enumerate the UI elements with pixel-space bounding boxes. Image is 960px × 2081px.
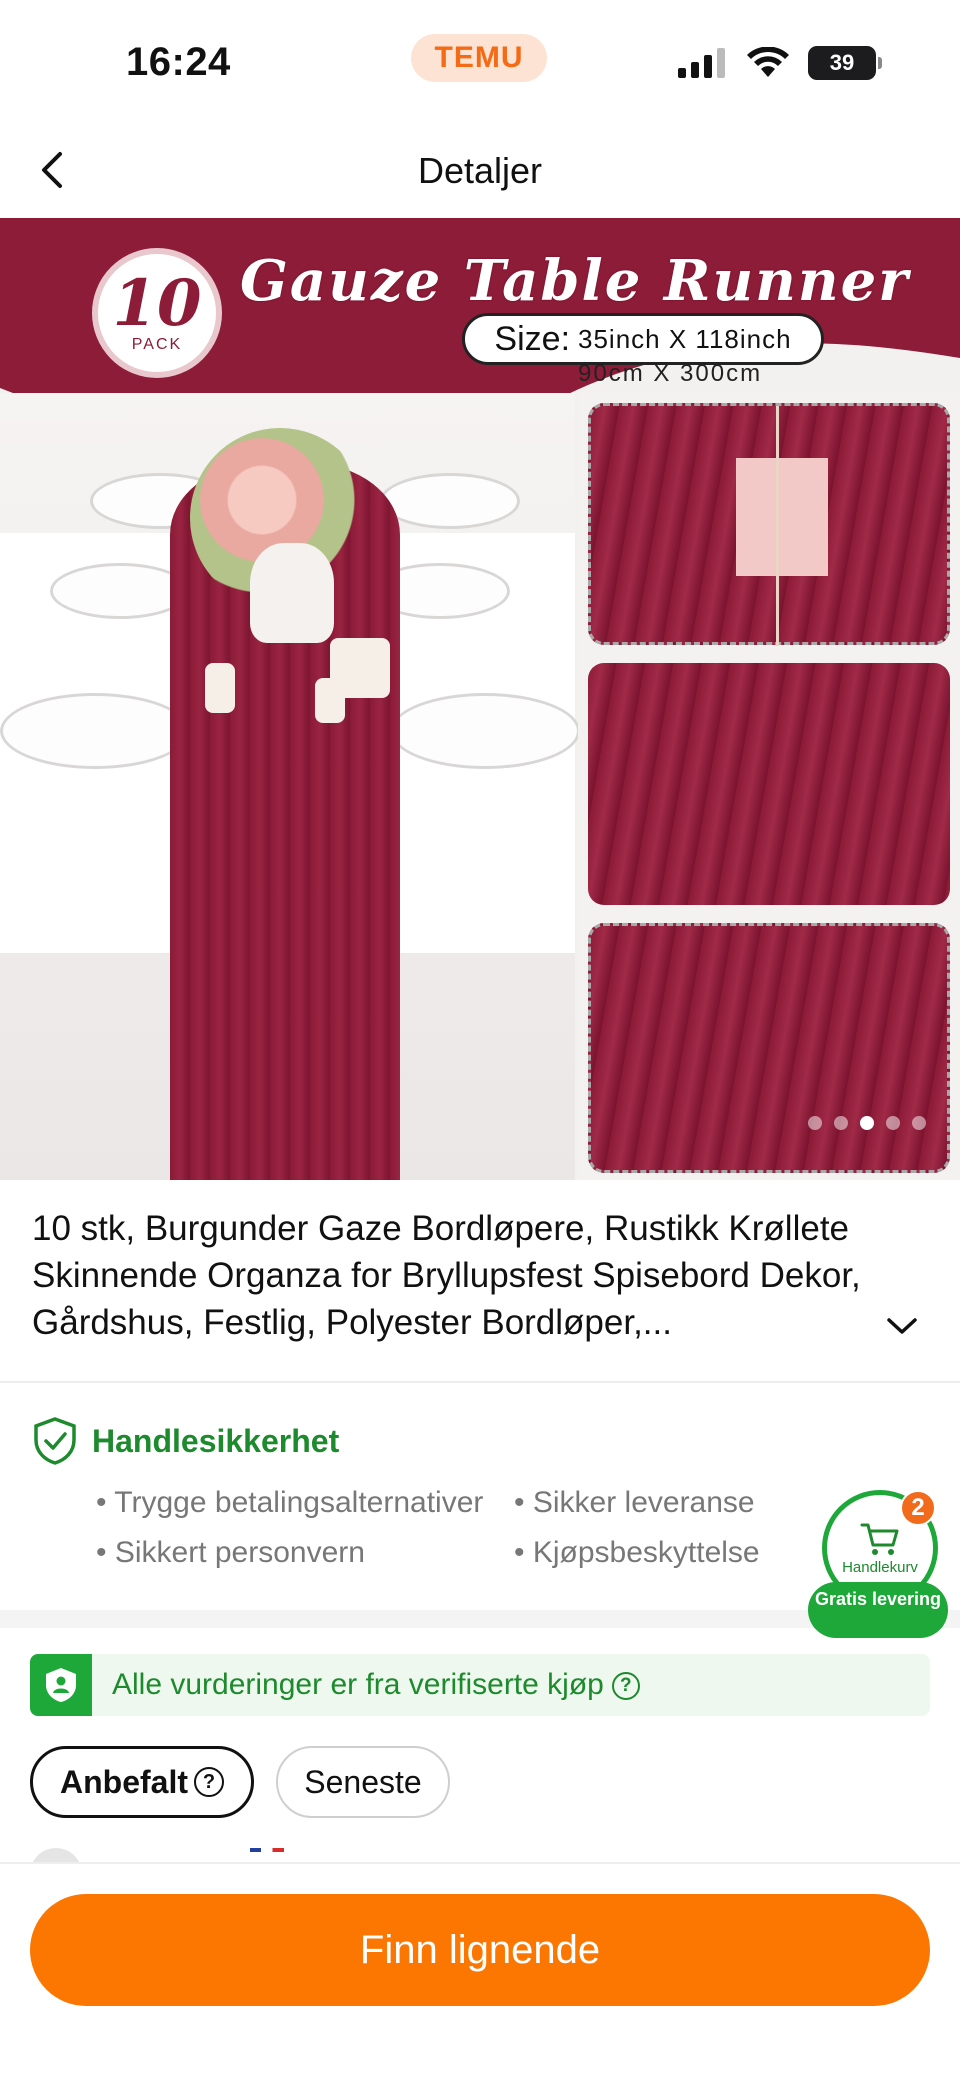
security-item: Sikkert personvern [96,1536,365,1570]
carousel-dot [912,1116,926,1130]
nav-bar: Detaljer [0,120,960,220]
plate [390,693,580,769]
table-scene-photo [0,393,580,1180]
carousel-dot [886,1116,900,1130]
carousel-dot-active [860,1116,874,1130]
expand-title-button[interactable] [882,1306,922,1346]
verified-reviews-banner[interactable]: Alle vurderinger er fra verifiserte kjøp… [30,1654,930,1716]
cart-count-badge: 2 [900,1490,936,1526]
battery-level: 39 [829,50,855,75]
security-item: Trygge betalingsalternativer [96,1486,483,1520]
cart-label: Handlekurv [842,1558,918,1576]
battery-icon: 39 [808,46,882,80]
find-similar-button[interactable]: Finn lignende [30,1894,930,2006]
shield-user-icon [30,1654,92,1716]
filter-recommended-label: Anbefalt [60,1763,188,1800]
size-label: Size: [494,319,571,358]
signal-icon [678,48,725,78]
filter-latest[interactable]: Seneste [276,1746,450,1818]
bottom-action-bar: Finn lignende [0,1862,960,2081]
status-bar: 16:24 TEMU 39 [0,0,960,120]
product-image-carousel[interactable]: 10 PACK Gauze Table Runner Size: 35inch … [0,218,960,1180]
security-item: Sikker leveranse [514,1486,755,1520]
floating-cart-button[interactable]: Handlekurv 2 Gratis levering [808,1490,952,1640]
shield-check-icon [34,1417,76,1465]
page-title: Detaljer [417,150,543,191]
folded-runner-swatch [588,403,950,646]
fabric-closeup-swatch [588,663,950,905]
shopping-security-header[interactable]: Handlesikkerhet [32,1416,339,1466]
pack-number: 10 [112,266,202,341]
product-title: 10 stk, Burgunder Gaze Bordløpere, Rusti… [32,1209,861,1342]
status-icons: 39 [678,46,882,80]
pack-label: PACK [131,336,183,353]
hero-headline: Gauze Table Runner [240,248,910,314]
size-cm: 90cm X 300cm [578,360,763,387]
divider [0,1381,960,1383]
verified-reviews-label: Alle vurderinger er fra verifiserte kjøp [112,1668,604,1701]
chevron-down-icon [887,1318,917,1334]
filter-recommended[interactable]: Anbefalt ? [30,1746,254,1818]
free-shipping-label: Gratis levering [808,1582,948,1638]
flag-icon [250,1848,284,1852]
carousel-dot [834,1116,848,1130]
plate [50,563,190,619]
twine [776,406,779,646]
size-box: Size: 35inch X 118inch [462,313,824,365]
temu-logo: TEMU [411,34,547,82]
candle [330,638,390,698]
carousel-dot [808,1116,822,1130]
security-item: Kjøpsbeskyttelse [514,1536,760,1570]
fabric-detail-panel [578,393,960,1180]
temu-logo-text: TEMU [434,41,524,74]
verified-reviews-text: Alle vurderinger er fra verifiserte kjøp… [112,1668,640,1702]
fabric-drape-swatch [588,923,950,1173]
review-list-peek [30,1848,930,1862]
cart-icon [860,1523,899,1555]
question-circle-icon[interactable]: ? [611,1672,640,1701]
status-time: 16:24 [126,40,231,84]
pack-badge: 10 PACK [92,248,222,378]
shopping-security-title: Handlesikkerhet [92,1422,340,1459]
wifi-icon [747,47,789,77]
carousel-indicator [808,1116,926,1130]
card-tag [736,458,828,576]
plate [380,473,520,529]
candle [205,663,235,713]
size-inch: 35inch X 118inch [578,323,792,354]
question-circle-icon[interactable]: ? [194,1767,224,1797]
vase [250,543,334,643]
filter-latest-label: Seneste [304,1763,422,1800]
avatar [30,1848,82,1862]
plate [0,693,190,769]
